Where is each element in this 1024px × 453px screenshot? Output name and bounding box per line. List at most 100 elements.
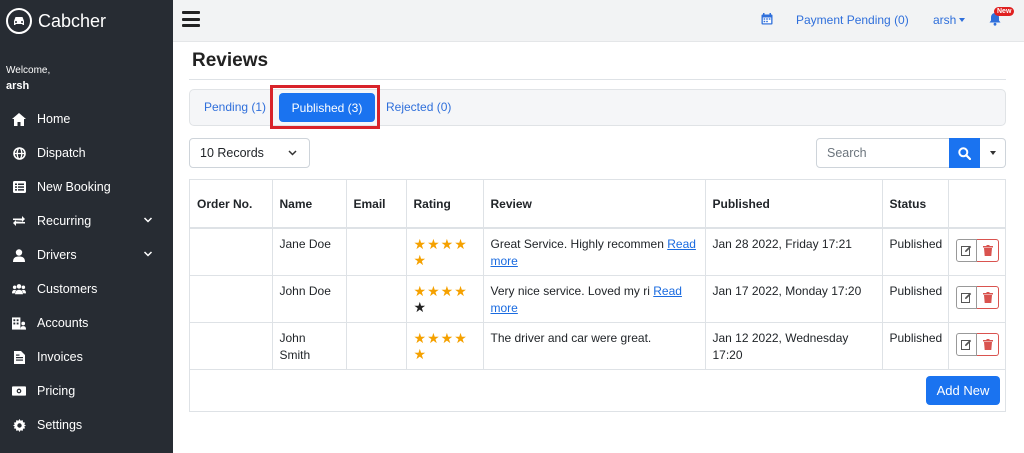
- edit-button[interactable]: [955, 285, 978, 309]
- edit-button[interactable]: [955, 332, 978, 356]
- review-text: The driver and car were great.: [490, 330, 652, 345]
- column-header-order-no[interactable]: Order No.: [190, 180, 273, 229]
- cell-name: John Doe: [272, 275, 347, 323]
- cell-order-no: [190, 322, 273, 370]
- cell-review: The driver and car were great.: [483, 322, 706, 370]
- star-filled-icon: ★: [413, 329, 428, 346]
- sidebar-item-label: Settings: [37, 418, 83, 432]
- star-rating: ★★★★ ★: [414, 283, 476, 315]
- sidebar-item-dispatch[interactable]: Dispatch: [0, 136, 173, 170]
- chevron-down-icon: [143, 251, 153, 257]
- edit-icon: [960, 292, 972, 303]
- sidebar-item-label: Drivers: [37, 248, 77, 262]
- brand-name: Cabcher: [38, 10, 107, 31]
- calendar-icon[interactable]: [761, 13, 773, 25]
- star-filled-icon: ★: [440, 282, 455, 299]
- star-filled-icon: ★: [413, 252, 428, 268]
- cell-review: Very nice service. Loved my ri Read more: [483, 275, 706, 323]
- accounts-icon: [12, 316, 26, 330]
- menu-toggle-icon[interactable]: [182, 11, 200, 27]
- delete-button[interactable]: [977, 332, 999, 356]
- delete-button[interactable]: [977, 239, 999, 262]
- cell-actions: [948, 322, 1006, 370]
- sidebar-item-label: Recurring: [37, 214, 92, 228]
- sidebar-nav: Home Dispatch New Booking Recurring Driv…: [0, 102, 173, 442]
- sidebar-item-label: Accounts: [37, 316, 89, 330]
- cell-name: Jane Doe: [272, 228, 347, 276]
- sidebar-item-label: New Booking: [37, 180, 111, 194]
- home-icon: [12, 112, 26, 126]
- cell-order-no: [190, 228, 273, 276]
- sidebar-item-drivers[interactable]: Drivers: [0, 238, 173, 272]
- star-filled-icon: ★: [427, 282, 441, 299]
- brand[interactable]: Cabcher: [0, 0, 173, 42]
- table-header-row: Order No. Name Email Rating Review Publi…: [190, 180, 1006, 229]
- caret-down-icon: [959, 18, 966, 22]
- welcome-text: Welcome,: [6, 65, 51, 76]
- star-filled-icon: ★: [440, 329, 455, 346]
- edit-button[interactable]: [955, 239, 978, 262]
- payment-pending-link[interactable]: Payment Pending (0): [796, 13, 909, 27]
- user-icon: [12, 248, 26, 262]
- search-button[interactable]: [949, 138, 980, 168]
- trash-icon: [982, 245, 993, 256]
- star-filled-icon: ★: [413, 282, 428, 299]
- records-per-page-select[interactable]: 10 Records: [189, 138, 310, 168]
- add-new-button[interactable]: Add New: [926, 376, 1000, 405]
- sidebar-item-invoices[interactable]: Invoices: [0, 340, 173, 374]
- sidebar-item-customers[interactable]: Customers: [0, 272, 173, 306]
- trash-icon: [982, 338, 993, 350]
- sidebar-item-accounts[interactable]: Accounts: [0, 306, 173, 340]
- sidebar-item-pricing[interactable]: Pricing: [0, 374, 173, 408]
- star-rating: ★★★★ ★: [414, 330, 476, 362]
- cell-review: Great Service. Highly recommen Read more: [483, 228, 706, 276]
- tab-pending[interactable]: Pending (1): [204, 100, 266, 114]
- page-title: Reviews: [192, 50, 269, 71]
- star-filled-icon: ★: [413, 236, 428, 252]
- star-empty-icon: ★: [413, 298, 428, 315]
- star-rating: ★★★★ ★: [414, 236, 476, 268]
- car-icon: [6, 8, 32, 34]
- sidebar-item-home[interactable]: Home: [0, 102, 173, 136]
- cell-status: Published: [882, 322, 949, 370]
- topbar: Payment Pending (0) arsh New: [173, 0, 1024, 42]
- records-select-value: 10 Records: [200, 146, 264, 160]
- edit-icon: [960, 245, 972, 256]
- column-header-email[interactable]: Email: [346, 180, 407, 229]
- sidebar-item-recurring[interactable]: Recurring: [0, 204, 173, 238]
- tab-rejected[interactable]: Rejected (0): [386, 100, 451, 114]
- cell-rating: ★★★★ ★: [406, 228, 484, 276]
- review-text: Very nice service. Loved my ri: [490, 283, 650, 298]
- user-menu[interactable]: arsh: [933, 13, 966, 27]
- edit-icon: [960, 339, 972, 350]
- sidebar-item-label: Invoices: [37, 350, 83, 364]
- cell-status: Published: [882, 228, 949, 276]
- chevron-down-icon: [288, 150, 297, 156]
- delete-button[interactable]: [977, 285, 999, 309]
- star-filled-icon: ★: [427, 236, 441, 252]
- star-filled-icon: ★: [454, 282, 468, 299]
- column-header-rating[interactable]: Rating: [406, 180, 484, 229]
- table-row: Jane Doe ★★★★ ★ Great Service. Highly rec…: [190, 228, 1006, 276]
- search-icon: [958, 146, 971, 160]
- caret-down-icon: [989, 151, 996, 155]
- search-options-button[interactable]: [980, 138, 1006, 168]
- column-header-status[interactable]: Status: [882, 180, 949, 229]
- search-input[interactable]: [816, 138, 950, 168]
- table-row: John Smith ★★★★ ★ The driver and car were…: [190, 322, 1006, 370]
- table-row: John Doe ★★★★ ★ Very nice service. Loved …: [190, 275, 1006, 323]
- user-menu-label: arsh: [933, 13, 957, 27]
- column-header-name[interactable]: Name: [272, 180, 347, 229]
- column-header-review[interactable]: Review: [483, 180, 706, 229]
- cell-published: Jan 28 2022, Friday 17:21: [705, 228, 883, 276]
- sidebar-item-new-booking[interactable]: New Booking: [0, 170, 173, 204]
- gear-icon: [12, 418, 26, 432]
- cell-actions: [948, 275, 1006, 323]
- star-filled-icon: ★: [413, 345, 428, 362]
- cell-email: [346, 322, 407, 370]
- sidebar-item-settings[interactable]: Settings: [0, 408, 173, 442]
- cell-rating: ★★★★ ★: [406, 322, 484, 370]
- reviews-table: Order No. Name Email Rating Review Publi…: [189, 179, 1006, 412]
- star-filled-icon: ★: [427, 329, 441, 346]
- column-header-published[interactable]: Published: [705, 180, 883, 229]
